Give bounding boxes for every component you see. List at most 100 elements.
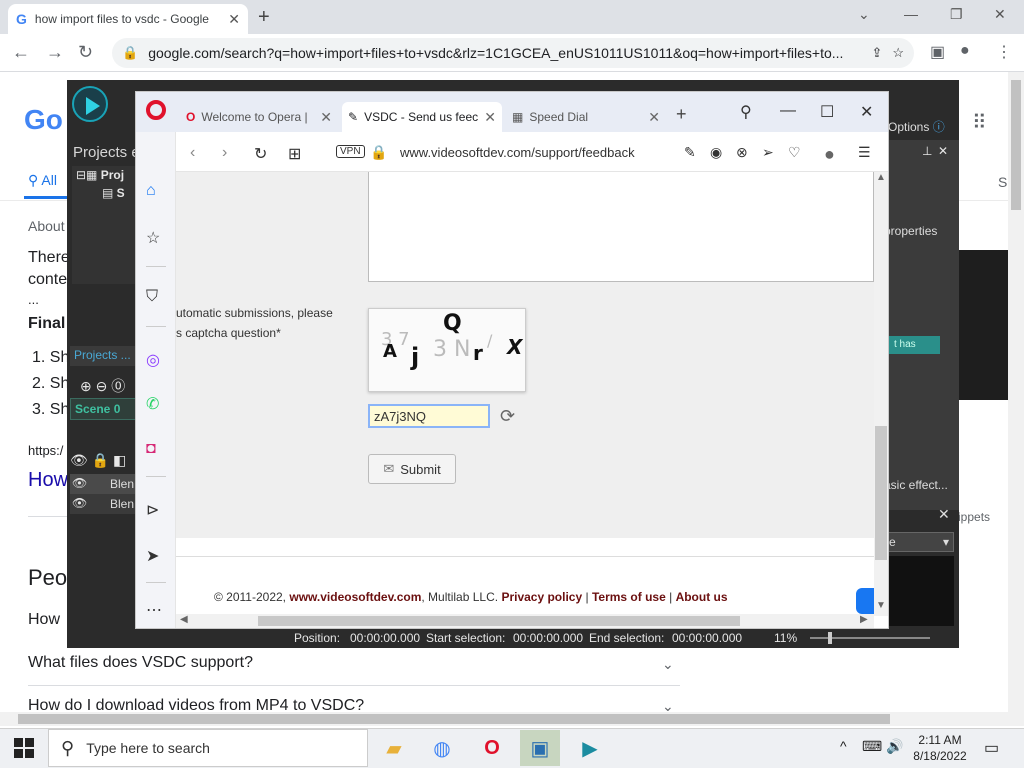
zoom-slider-thumb[interactable]	[828, 632, 832, 644]
question-partial[interactable]: How	[28, 611, 60, 629]
network-app-icon[interactable]: ▣	[520, 730, 560, 766]
scroll-down-icon[interactable]: ▼	[876, 600, 886, 611]
facebook-icon[interactable]	[856, 588, 874, 614]
block-icon[interactable]: ⊗	[736, 144, 748, 161]
highlighted-row[interactable]: t has	[888, 336, 940, 354]
chevron-up-icon[interactable]: ^	[840, 738, 847, 754]
opera-url[interactable]: www.videosoftdev.com/support/feedback	[400, 145, 635, 160]
eye-icon[interactable]: 👁	[70, 452, 88, 468]
messenger-icon[interactable]: ◎	[146, 350, 160, 370]
zoom-out-icon[interactable]: ⊖	[96, 378, 108, 394]
heart-icon[interactable]: ♡	[788, 144, 801, 161]
forward-arrow-icon[interactable]: →	[46, 42, 64, 63]
site-link[interactable]: www.videosoftdev.com	[289, 590, 421, 604]
pin-icon[interactable]: ⊥	[922, 144, 932, 158]
search-tabs-icon[interactable]: ⚲	[740, 102, 752, 122]
menu-icon[interactable]: ☰	[858, 144, 871, 161]
opera-tab-welcome[interactable]: O Welcome to Opera | ✕	[180, 102, 338, 132]
star-icon[interactable]: ☆	[892, 45, 904, 61]
opera-logo-icon[interactable]	[146, 100, 166, 120]
close-panel-icon[interactable]: ✕	[938, 506, 950, 523]
vsdc-dropdown[interactable]: e ▾	[884, 532, 954, 552]
projects-tab[interactable]: Projects ...	[70, 346, 136, 366]
zoom-reset-icon[interactable]: ⓪	[111, 378, 125, 394]
close-tab-icon[interactable]: ✕	[484, 109, 496, 126]
scene-tab[interactable]: Scene 0	[70, 398, 136, 420]
vsdc-taskbar-icon[interactable]: ▶	[570, 730, 610, 766]
home-icon[interactable]: ⌂	[146, 182, 156, 200]
back-icon[interactable]: ‹	[190, 144, 195, 162]
edit-icon[interactable]: ✎	[684, 144, 696, 161]
menu-kebab-icon[interactable]: ⋮	[996, 42, 1012, 62]
forward-icon[interactable]: ›	[222, 144, 227, 162]
new-tab-button[interactable]: +	[258, 6, 270, 29]
close-tab-icon[interactable]: ✕	[228, 11, 240, 28]
back-arrow-icon[interactable]: ←	[12, 42, 30, 63]
result-link[interactable]: How	[28, 469, 68, 492]
instagram-icon[interactable]: ◘	[146, 440, 156, 458]
close-window-icon[interactable]: ✕	[994, 6, 1006, 23]
camera-icon[interactable]: ◉	[710, 144, 722, 161]
zoom-controls[interactable]: ⊕ ⊖ ⓪	[80, 376, 125, 396]
profile-icon[interactable]: ●	[960, 42, 970, 60]
privacy-policy-link[interactable]: Privacy policy	[501, 590, 582, 604]
about-us-link[interactable]: About us	[676, 590, 728, 604]
chrome-icon[interactable]: ◍	[422, 730, 462, 766]
maximize-icon[interactable]: ☐	[820, 102, 834, 122]
result-url[interactable]: https:/	[28, 443, 63, 458]
tree-subitem[interactable]: ▤ S	[102, 186, 125, 200]
minimize-icon[interactable]: —	[904, 6, 918, 22]
vpn-badge[interactable]: VPN	[336, 145, 365, 158]
whatsapp-icon[interactable]: ✆	[146, 394, 159, 414]
opera-tab-vsdc[interactable]: ✎ VSDC - Send us feec ✕	[342, 102, 502, 132]
scroll-right-icon[interactable]: ▶	[860, 614, 868, 625]
network-icon[interactable]: ⌨	[862, 738, 882, 755]
opera-horizontal-scroll-thumb[interactable]	[258, 616, 740, 626]
close-tab-icon[interactable]: ✕	[648, 109, 660, 126]
captcha-input[interactable]	[368, 404, 490, 428]
new-tab-button[interactable]: +	[676, 104, 687, 125]
vsdc-logo-icon[interactable]	[72, 86, 108, 122]
share-icon[interactable]: ⇪	[871, 45, 882, 61]
shopping-bag-icon[interactable]: ⛉	[146, 288, 158, 306]
opera-vertical-scroll-thumb[interactable]	[875, 426, 887, 560]
reload-icon[interactable]: ↻	[78, 42, 93, 63]
scroll-up-icon[interactable]: ▲	[876, 172, 886, 183]
chrome-tab-google-search[interactable]: G how import files to vsdc - Google ✕	[8, 4, 248, 34]
basic-effect-label[interactable]: asic effect...	[884, 478, 948, 492]
send-icon[interactable]: ➤	[146, 546, 159, 566]
close-tab-icon[interactable]: ✕	[320, 109, 332, 126]
more-icon[interactable]: ⋯	[146, 600, 162, 620]
volume-icon[interactable]: 🔊	[886, 738, 903, 755]
eye-icon[interactable]: 👁	[72, 476, 87, 490]
opera-tab-speed-dial[interactable]: ▦ Speed Dial ✕	[506, 102, 666, 132]
terms-of-use-link[interactable]: Terms of use	[592, 590, 666, 604]
question-what-files[interactable]: What files does VSDC support?	[28, 654, 253, 672]
restore-icon[interactable]: ❐	[950, 6, 963, 23]
opera-icon[interactable]: O	[472, 730, 512, 766]
tab-all[interactable]: ⚲ All	[28, 172, 57, 189]
windows-start-icon[interactable]	[14, 738, 34, 758]
taskbar-search-box[interactable]: ⚲ Type here to search	[48, 729, 368, 767]
side-panel-icon[interactable]: ▣	[930, 42, 945, 62]
eye-icon[interactable]: 👁	[72, 496, 87, 510]
profile-icon[interactable]: ●	[824, 144, 835, 165]
refresh-captcha-icon[interactable]: ⟳	[500, 406, 515, 427]
reload-icon[interactable]: ↻	[254, 144, 267, 164]
chevron-down-icon[interactable]: ⌄	[858, 6, 870, 23]
zoom-in-icon[interactable]: ⊕	[80, 378, 92, 394]
page-vertical-scroll-thumb[interactable]	[1011, 80, 1021, 210]
taskbar-clock[interactable]: 2:11 AM 8/18/2022	[912, 732, 968, 764]
close-window-icon[interactable]: ✕	[860, 102, 873, 122]
chrome-address-bar[interactable]: 🔒 google.com/search?q=how+import+files+t…	[112, 38, 914, 68]
scroll-left-icon[interactable]: ◀	[180, 614, 188, 625]
page-horizontal-scroll-thumb[interactable]	[18, 714, 890, 724]
tree-item[interactable]: ⊟▦ Proj	[76, 168, 124, 182]
tabs-grid-icon[interactable]: ⊞	[288, 144, 301, 164]
submit-button[interactable]: ✉ Submit	[368, 454, 456, 484]
blend-icon[interactable]: ◧	[113, 452, 126, 468]
minimize-icon[interactable]: —	[780, 102, 796, 120]
send-icon[interactable]: ➢	[762, 144, 774, 161]
tab-s[interactable]: S	[998, 174, 1007, 190]
close-panel-icon[interactable]: ✕	[938, 144, 948, 158]
